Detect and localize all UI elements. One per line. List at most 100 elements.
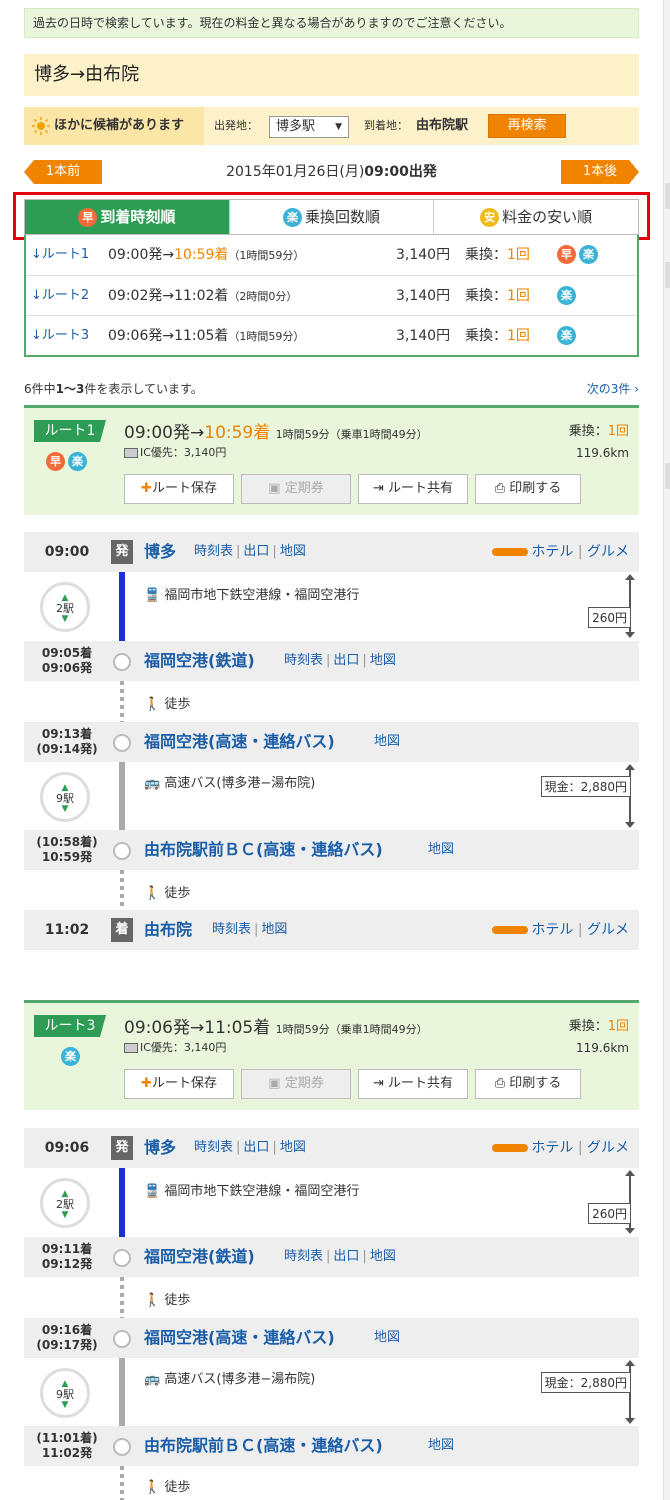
exit-link[interactable]: 出口 — [243, 1140, 269, 1155]
route-line — [119, 572, 125, 641]
ic-fare: IC優先：3,140円 — [124, 444, 226, 460]
departure-tag: 発 — [111, 540, 133, 564]
route-link[interactable]: ↓ルート1 — [31, 235, 89, 275]
transfer-count: 1回 — [607, 424, 629, 439]
hotel-logo-icon — [492, 548, 529, 556]
hotel-link[interactable]: ホテル — [531, 1140, 573, 1156]
chevron-right-icon: › — [634, 382, 639, 396]
route-save-button[interactable]: ✚ルート保存 — [124, 474, 234, 504]
from-select[interactable]: 博多駅 ▼ — [269, 116, 349, 138]
print-button[interactable]: ⎙ 印刷する — [475, 474, 581, 504]
map-link[interactable]: 地図 — [280, 1140, 306, 1155]
chevron-up-icon: ▲ — [61, 1379, 69, 1389]
timetable-link[interactable]: 時刻表 — [194, 544, 233, 559]
station-name[interactable]: 博多 — [144, 1128, 176, 1168]
hotel-link[interactable]: ホテル — [531, 922, 573, 938]
transfer-label: 乗換： — [465, 328, 507, 344]
next-train-button[interactable]: 1本後 — [561, 160, 639, 184]
gourmet-link[interactable]: グルメ — [587, 922, 629, 938]
route-share-button[interactable]: ⇥ ルート共有 — [358, 474, 468, 504]
map-link[interactable]: 地図 — [428, 1438, 454, 1453]
station-row: 11:02 着 由布院 時刻表 | 地図 ホテル | グルメ — [24, 910, 639, 950]
print-button[interactable]: ⎙ 印刷する — [475, 1069, 581, 1099]
station-row: 09:00 発 博多 時刻表 | 出口 | 地図 ホテル | グルメ — [24, 532, 639, 572]
walk-icon: 🚶 — [144, 1293, 161, 1308]
station-name[interactable]: 福岡空港(高速・連絡バス) — [144, 722, 335, 762]
gourmet-link[interactable]: グルメ — [587, 544, 629, 560]
map-link[interactable]: 地図 — [370, 1249, 396, 1264]
station-row: 09:11着 09:12発 福岡空港(鉄道) 時刻表 | 出口 | 地図 — [24, 1237, 639, 1277]
time-nav: 2015年01月26日(月)09:00出発 1本前 1本後 — [24, 160, 639, 186]
transfers: 乗換：1回 — [465, 276, 530, 316]
line-text: 福岡市地下鉄空港線・福岡空港行 — [164, 1184, 360, 1199]
timetable-link[interactable]: 時刻表 — [194, 1140, 233, 1155]
station-name[interactable]: 由布院駅前ＢＣ(高速・連絡バス) — [144, 1426, 383, 1466]
station-times: (11:01着) 11:02発 — [24, 1431, 110, 1461]
station-row: 09:05着 09:06発 福岡空港(鉄道) 時刻表 | 出口 | 地図 — [24, 641, 639, 681]
exit-link[interactable]: 出口 — [243, 544, 269, 559]
station-time: 11:02 — [44, 922, 90, 938]
right-scroll-strip — [663, 0, 670, 1500]
search-date: 2015年01月26日(月) — [226, 164, 365, 180]
price: 3,140円 — [396, 328, 451, 344]
share-icon: ⇥ — [372, 481, 388, 496]
commuter-pass-button[interactable]: ▣ 定期券 — [241, 1069, 351, 1099]
page-title: 博多→由布院 — [24, 54, 639, 96]
route-summary-list: ↓ルート1 09:00発→10:59着（1時間59分） 3,140円 乗換：1回… — [24, 235, 639, 357]
station-name[interactable]: 福岡空港(鉄道) — [144, 1237, 255, 1277]
price: 3,140円 — [396, 288, 451, 304]
timetable-link[interactable]: 時刻表 — [212, 922, 251, 937]
map-link[interactable]: 地図 — [370, 653, 396, 668]
exit-link[interactable]: 出口 — [333, 1249, 359, 1264]
dep-time: 09:00発→ — [124, 423, 205, 443]
route-icons: 早楽 — [46, 452, 90, 471]
station-links: 地図 — [374, 1318, 400, 1358]
hotel-logo-icon — [492, 926, 529, 934]
exit-link[interactable]: 出口 — [333, 653, 359, 668]
station-name[interactable]: 福岡空港(高速・連絡バス) — [144, 1318, 335, 1358]
walk-icon: 🚶 — [144, 886, 161, 901]
transfers: 乗換：1回 — [465, 235, 530, 275]
research-button[interactable]: 再検索 — [488, 114, 566, 138]
duration: （2時間0分） — [228, 290, 298, 303]
next-results-label: 次の3件 — [586, 382, 631, 396]
route-link[interactable]: ↓ルート2 — [31, 276, 89, 316]
tab-arrival-order[interactable]: 早到着時刻順 — [25, 200, 230, 234]
timetable-link[interactable]: 時刻表 — [284, 653, 323, 668]
station-name[interactable]: 由布院駅前ＢＣ(高速・連絡バス) — [144, 830, 383, 870]
route-link[interactable]: ↓ルート3 — [31, 316, 89, 356]
summary-row[interactable]: ↓ルート3 09:06発→11:05着（1時間59分） 3,140円 乗換：1回… — [26, 315, 637, 355]
right-strip-tab — [665, 262, 670, 288]
summary-row[interactable]: ↓ルート2 09:02発→11:02着（2時間0分） 3,140円 乗換：1回 … — [26, 275, 637, 315]
tab-transfer-order[interactable]: 楽乗換回数順 — [230, 200, 435, 234]
route-save-button[interactable]: ✚ルート保存 — [124, 1069, 234, 1099]
duration: 1時間59分（乗車1時間49分） — [275, 428, 428, 441]
map-link[interactable]: 地図 — [374, 1330, 400, 1345]
fast-icon: 早 — [78, 208, 98, 227]
bus-segment: ▲ 9駅 ▼ 🚌 高速バス(博多港−湯布院) 現金：2,880円 — [24, 762, 639, 830]
tab-fare-order[interactable]: 安料金の安い順 — [434, 200, 638, 234]
map-link[interactable]: 地図 — [428, 842, 454, 857]
hotel-link[interactable]: ホテル — [531, 544, 573, 560]
map-link[interactable]: 地図 — [374, 734, 400, 749]
transfer-label: 乗換： — [568, 1019, 608, 1034]
arr-time: (11:01着) — [36, 1431, 98, 1445]
timetable-link[interactable]: 時刻表 — [284, 1249, 323, 1264]
map-link[interactable]: 地図 — [261, 922, 287, 937]
summary-row[interactable]: ↓ルート1 09:00発→10:59着（1時間59分） 3,140円 乗換：1回… — [26, 235, 637, 275]
station-name[interactable]: 由布院 — [144, 910, 192, 950]
route-share-button[interactable]: ⇥ ルート共有 — [358, 1069, 468, 1099]
walk-text: 徒歩 — [164, 1293, 191, 1308]
prev-train-button[interactable]: 1本前 — [24, 160, 102, 184]
station-name[interactable]: 博多 — [144, 532, 176, 572]
station-links: 時刻表 | 地図 — [212, 922, 288, 937]
map-link[interactable]: 地図 — [280, 544, 306, 559]
commuter-pass-button[interactable]: ▣ 定期券 — [241, 474, 351, 504]
distance: 119.6km — [576, 1041, 629, 1055]
station-name[interactable]: 福岡空港(鉄道) — [144, 641, 255, 681]
station-links: 地図 — [374, 722, 400, 762]
bus-icon: 🚌 — [144, 776, 161, 791]
gourmet-link[interactable]: グルメ — [587, 1140, 629, 1156]
line-name: 🚌 高速バス(博多港−湯布院) — [144, 772, 315, 791]
next-results-link[interactable]: 次の3件 › — [587, 378, 639, 400]
